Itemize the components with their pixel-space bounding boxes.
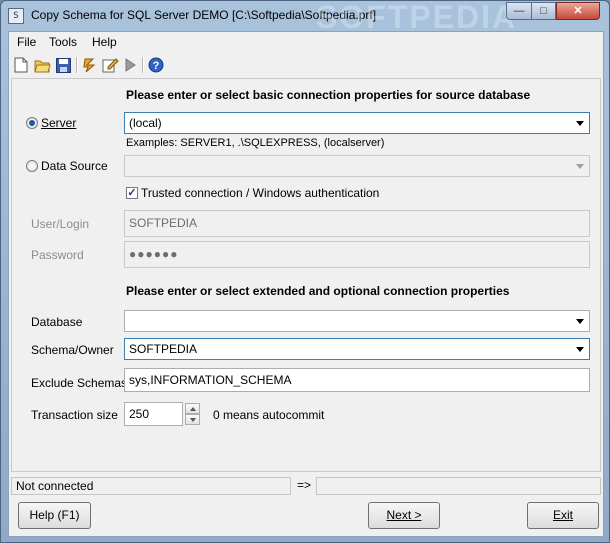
status-arrow: => [297,478,312,492]
menu-tools[interactable]: Tools [49,35,77,49]
connection-panel: Please enter or select basic connection … [11,78,601,472]
trusted-connection-checkbox[interactable]: ✓ [126,187,138,199]
toolbar-separator [76,57,78,73]
close-button[interactable]: ✕ [556,2,600,20]
next-button[interactable]: Next > [368,502,440,529]
menu-bar: File Tools Help [9,32,603,52]
user-login-field[interactable]: SOFTPEDIA [124,210,590,237]
server-label[interactable]: Server [41,116,76,130]
open-folder-icon[interactable] [33,56,51,74]
extended-properties-heading: Please enter or select extended and opti… [126,284,510,298]
schema-owner-combo[interactable]: SOFTPEDIA [124,338,590,360]
exclude-schemas-field[interactable]: sys,INFORMATION_SCHEMA [124,368,590,392]
save-icon[interactable] [54,56,72,74]
new-file-icon[interactable] [12,56,30,74]
server-combo[interactable]: (local) [124,112,590,134]
trusted-connection-label[interactable]: Trusted connection / Windows authenticat… [141,186,379,200]
server-radio[interactable] [26,117,38,129]
basic-properties-heading: Please enter or select basic connection … [126,88,531,102]
help-button[interactable]: Help (F1) [18,502,91,529]
status-detail [316,477,601,495]
run-icon[interactable] [121,56,139,74]
transaction-size-label: Transaction size [31,408,118,422]
spin-down-button[interactable] [185,414,200,425]
exit-button[interactable]: Exit [527,502,599,529]
chevron-down-icon[interactable] [572,340,588,358]
main-window: S Copy Schema for SQL Server DEMO [C:\So… [0,0,610,543]
edit-properties-icon[interactable] [101,56,119,74]
password-label: Password [31,248,84,262]
datasource-label[interactable]: Data Source [41,159,108,173]
database-combo[interactable] [124,310,590,332]
title-bar[interactable]: S Copy Schema for SQL Server DEMO [C:\So… [1,0,609,35]
help-icon[interactable]: ? [147,56,165,74]
password-field[interactable]: ●●●●●● [124,241,590,268]
schema-owner-label: Schema/Owner [31,343,114,357]
exclude-schemas-label: Exclude Schemas [31,376,128,390]
app-icon[interactable]: S [8,8,24,24]
menu-file[interactable]: File [17,35,36,49]
chevron-down-icon[interactable] [572,312,588,330]
transaction-size-hint: 0 means autocommit [213,408,325,422]
minimize-button[interactable]: — [506,2,532,20]
connect-icon[interactable] [81,56,99,74]
server-value: (local) [129,116,162,130]
menu-help[interactable]: Help [92,35,117,49]
svg-text:?: ? [153,60,160,72]
client-area: File Tools Help ? Please enter or select… [8,31,604,537]
spin-up-button[interactable] [185,403,200,414]
chevron-down-icon[interactable] [572,157,588,175]
toolbar-separator [142,57,144,73]
status-connection: Not connected [11,477,291,495]
transaction-size-field[interactable]: 250 [124,402,183,426]
schema-owner-value: SOFTPEDIA [129,342,198,356]
server-examples: Examples: SERVER1, .\SQLEXPRESS, (locals… [126,137,385,149]
toolbar: ? [9,53,603,77]
datasource-combo[interactable] [124,155,590,177]
datasource-radio[interactable] [26,160,38,172]
maximize-button[interactable]: □ [531,2,556,20]
database-label: Database [31,315,83,329]
chevron-down-icon[interactable] [572,114,588,132]
user-login-label: User/Login [31,217,90,231]
